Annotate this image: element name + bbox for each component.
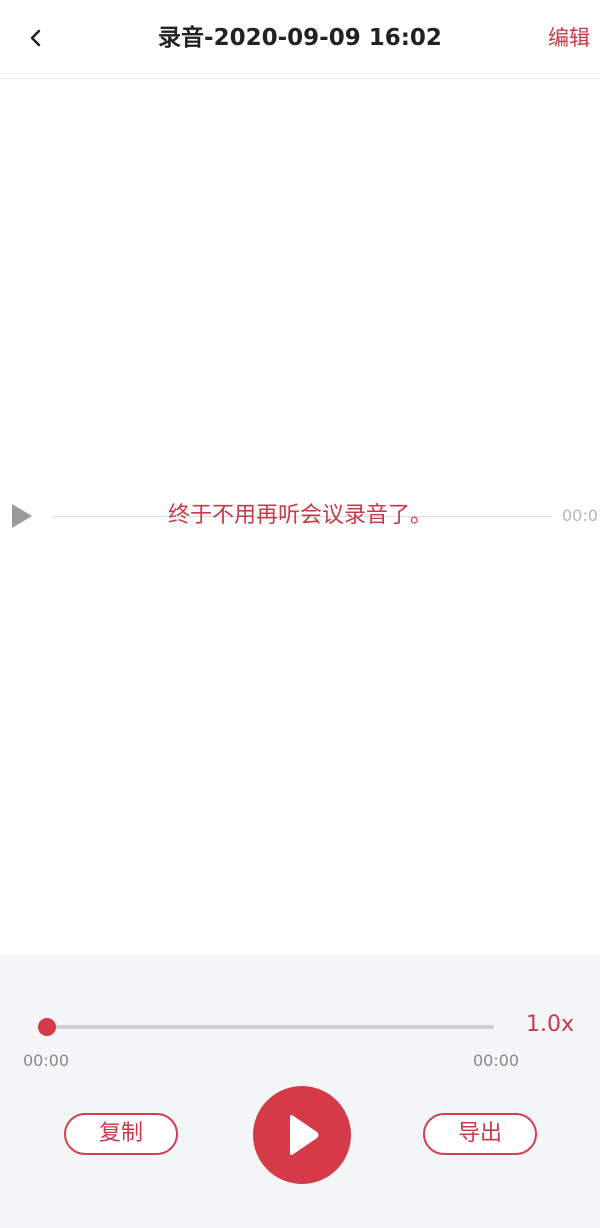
transcript-segment[interactable]: 终于不用再听会议录音了。 00:01 — [0, 495, 600, 539]
edit-button[interactable]: 编辑 — [548, 20, 590, 56]
progress-knob[interactable] — [38, 1018, 56, 1036]
play-icon — [290, 1115, 319, 1155]
export-button[interactable]: 导出 — [423, 1113, 537, 1155]
progress-track[interactable] — [46, 1025, 494, 1029]
segment-text: 终于不用再听会议录音了。 — [167, 503, 432, 528]
recording-detail-screen: 录音-2020-09-09 16:02 编辑 终于不用再听会议录音了。 00:0… — [0, 0, 600, 1228]
total-time: 00:00 — [473, 1051, 520, 1070]
top-bar: 录音-2020-09-09 16:02 编辑 — [0, 0, 600, 79]
segment-timestamp: 00:01 — [562, 506, 600, 525]
play-button[interactable] — [253, 1086, 351, 1184]
page-title: 录音-2020-09-09 16:02 — [158, 25, 442, 51]
current-time: 00:00 — [23, 1051, 70, 1070]
player-panel: 1.0x 00:00 00:00 复制 导出 — [0, 954, 600, 1228]
copy-button[interactable]: 复制 — [64, 1113, 178, 1155]
playback-speed-button[interactable]: 1.0x — [526, 1010, 574, 1040]
